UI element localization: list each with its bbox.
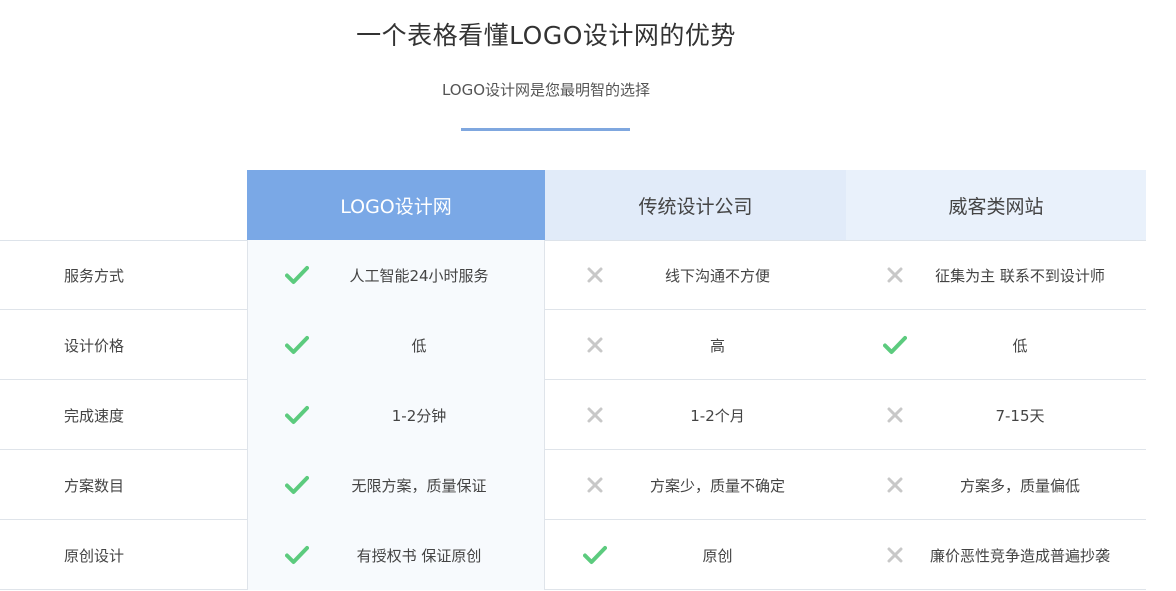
cell-text: 低	[411, 336, 427, 355]
cell-traditional-company: 线下沟通不方便	[545, 240, 846, 310]
cross-icon	[883, 543, 907, 567]
cell-traditional-company: 方案少，质量不确定	[545, 450, 846, 520]
check-icon	[285, 403, 309, 427]
cell-text: 高	[709, 336, 725, 355]
check-icon	[285, 473, 309, 497]
cell-text: 方案少，质量不确定	[649, 476, 785, 495]
cell-traditional-company: 原创	[545, 520, 846, 590]
column-header-logo-design: LOGO设计网	[247, 170, 545, 240]
cell-text: 7-15天	[995, 406, 1045, 425]
table-row: 服务方式 人工智能24小时服务 线下沟通不方便 征集为主 联系不到设计师	[0, 240, 1146, 310]
cell-text: 无限方案，质量保证	[351, 476, 487, 495]
cell-logo-design: 人工智能24小时服务	[247, 240, 545, 310]
check-icon	[883, 333, 907, 357]
cell-crowdsourcing-sites: 廉价恶性竞争造成普遍抄袭	[846, 520, 1146, 590]
table-row: 方案数目 无限方案，质量保证 方案少，质量不确定 方案多，质量偏低	[0, 450, 1146, 520]
cell-text: 廉价恶性竞争造成普遍抄袭	[929, 546, 1110, 565]
cell-text: 低	[1012, 336, 1028, 355]
cell-text: 1-2个月	[690, 406, 745, 425]
cross-icon	[583, 263, 607, 287]
cell-logo-design: 1-2分钟	[247, 380, 545, 450]
cell-crowdsourcing-sites: 低	[846, 310, 1146, 380]
cell-text: 方案多，质量偏低	[959, 476, 1080, 495]
cross-icon	[583, 473, 607, 497]
comparison-table: LOGO设计网 传统设计公司 威客类网站 服务方式 人工智能24小时服务 线下沟通不…	[0, 170, 1146, 590]
check-icon	[285, 543, 309, 567]
table-body: 服务方式 人工智能24小时服务 线下沟通不方便 征集为主 联系不到设计师设计价格 低 高 低…	[0, 240, 1146, 590]
cell-text: 原创	[702, 546, 733, 565]
page-subtitle: LOGO设计网是您最明智的选择	[441, 81, 651, 99]
column-header-crowdsourcing-sites: 威客类网站	[846, 170, 1146, 240]
cell-text: 人工智能24小时服务	[349, 266, 489, 285]
cross-icon	[583, 403, 607, 427]
cross-icon	[583, 333, 607, 357]
cell-text: 1-2分钟	[391, 406, 447, 425]
cell-text: 有授权书 保证原创	[356, 546, 482, 565]
cell-logo-design: 无限方案，质量保证	[247, 450, 545, 520]
cell-text: 征集为主 联系不到设计师	[935, 266, 1105, 285]
title-underline	[461, 128, 630, 131]
table-header-row: LOGO设计网 传统设计公司 威客类网站	[0, 170, 1146, 240]
cross-icon	[883, 403, 907, 427]
row-label: 方案数目	[64, 476, 125, 495]
table-row: 完成速度 1-2分钟 1-2个月 7-15天	[0, 380, 1146, 450]
cross-icon	[883, 473, 907, 497]
cell-crowdsourcing-sites: 方案多，质量偏低	[846, 450, 1146, 520]
cell-crowdsourcing-sites: 征集为主 联系不到设计师	[846, 240, 1146, 310]
cell-traditional-company: 高	[545, 310, 846, 380]
cell-text: 线下沟通不方便	[664, 266, 770, 285]
check-icon	[285, 263, 309, 287]
column-header-traditional-company: 传统设计公司	[545, 170, 846, 240]
table-row: 设计价格 低 高 低	[0, 310, 1146, 380]
row-label: 设计价格	[64, 336, 125, 355]
table-row: 原创设计 有授权书 保证原创 原创 廉价恶性竞争造成普遍抄袭	[0, 520, 1146, 590]
check-icon	[583, 543, 607, 567]
row-label: 原创设计	[64, 546, 125, 565]
cross-icon	[883, 263, 907, 287]
page-title: 一个表格看懂LOGO设计网的优势	[356, 21, 736, 50]
cell-traditional-company: 1-2个月	[545, 380, 846, 450]
row-label: 完成速度	[64, 406, 125, 425]
row-label: 服务方式	[64, 266, 125, 285]
cell-logo-design: 低	[247, 310, 545, 380]
check-icon	[285, 333, 309, 357]
cell-logo-design: 有授权书 保证原创	[247, 520, 545, 590]
cell-crowdsourcing-sites: 7-15天	[846, 380, 1146, 450]
